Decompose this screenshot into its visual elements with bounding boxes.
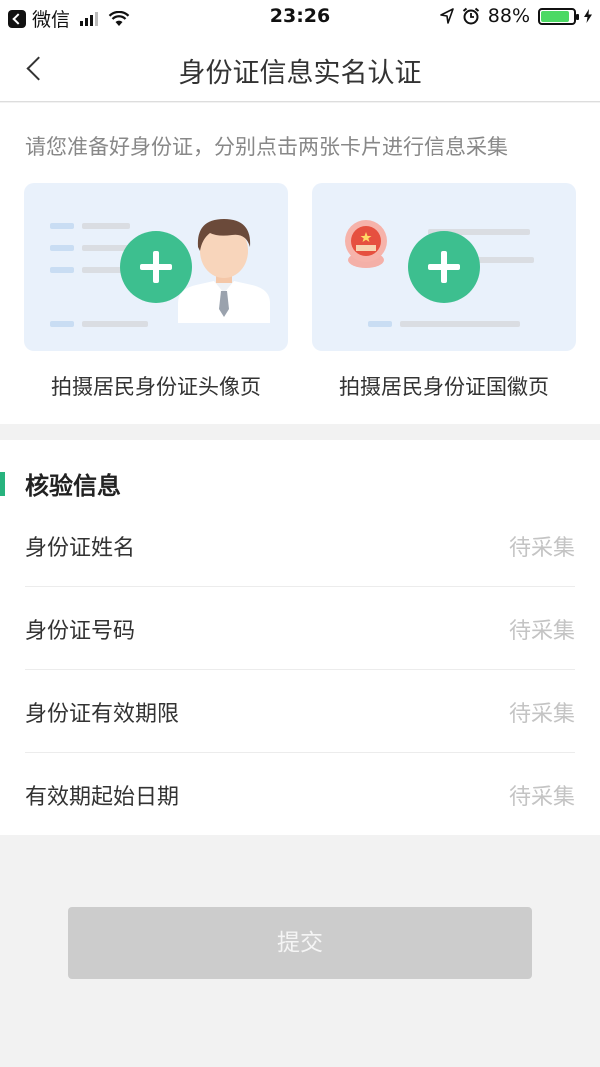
verify-section: 核验信息 身份证姓名 待采集 身份证号码 待采集 身份证有效期限 待采集 有效期… [0,440,600,835]
card-line [50,223,74,229]
row-value: 待采集 [508,702,575,727]
nav-bar: 身份证信息实名认证 [0,34,600,102]
card-line [50,267,74,273]
info-row-name: 身份证姓名 待采集 [25,504,575,587]
card-line [50,321,74,327]
battery-percent: 88% [487,5,530,27]
battery-icon [538,7,579,25]
capture-instruction: 请您准备好身份证，分别点击两张卡片进行信息采集 [25,135,508,159]
row-value: 待采集 [508,785,575,810]
row-label: 身份证号码 [25,619,136,644]
capture-section: 请您准备好身份证，分别点击两张卡片进行信息采集 拍摄居民身份证头像页 拍摄居民身… [0,103,600,424]
section-title: 核验信息 [25,472,121,500]
page-title: 身份证信息实名认证 [178,58,422,89]
status-right: 88% [439,5,592,27]
row-value: 待采集 [508,619,575,644]
row-value: 待采集 [508,536,575,561]
info-row-start-date: 有效期起始日期 待采集 [25,753,575,836]
card-line [50,245,74,251]
section-accent-bar [0,472,5,496]
id-back-card[interactable] [312,183,576,351]
submit-button[interactable]: 提交 [68,907,532,979]
row-label: 有效期起始日期 [25,785,180,810]
card-line [400,321,520,327]
id-front-card[interactable] [24,183,288,351]
back-card-label[interactable]: 拍摄居民身份证国徽页 [312,371,576,401]
alarm-icon [462,7,479,25]
row-label: 身份证有效期限 [25,702,180,727]
info-row-number: 身份证号码 待采集 [25,587,575,670]
location-icon [439,8,454,24]
card-line [82,223,130,229]
national-emblem-icon [345,220,387,268]
add-back-photo-icon[interactable] [408,231,480,303]
charging-icon [584,9,592,23]
add-front-photo-icon[interactable] [120,231,192,303]
card-line [82,321,148,327]
info-row-validity: 身份证有效期限 待采集 [25,670,575,753]
row-label: 身份证姓名 [25,536,136,561]
front-card-label[interactable]: 拍摄居民身份证头像页 [24,371,288,401]
status-bar: 微信 23:26 88% [0,0,600,34]
card-line [368,321,392,327]
